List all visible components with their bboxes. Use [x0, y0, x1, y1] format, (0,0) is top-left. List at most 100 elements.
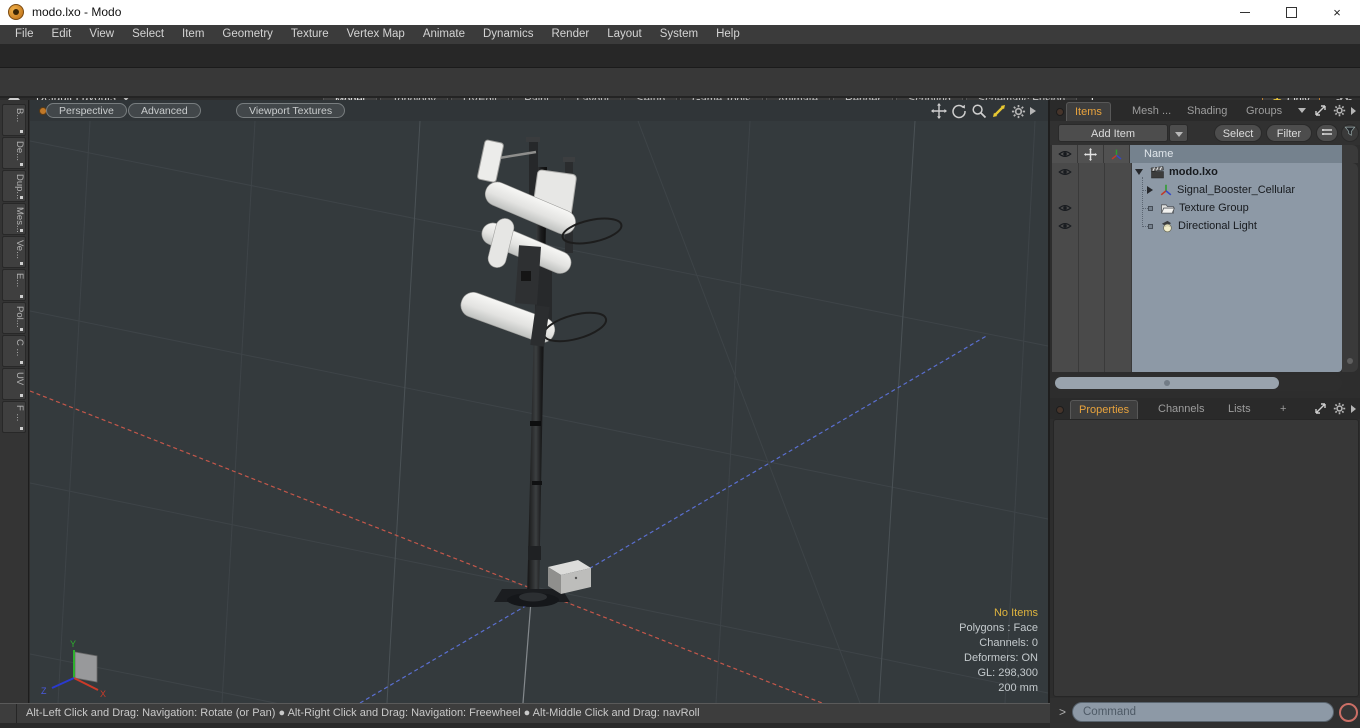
gizmo-y-label: Y	[70, 639, 76, 649]
pop-out-icon[interactable]	[1314, 104, 1327, 117]
panel-gear-icon[interactable]	[1333, 104, 1346, 117]
sidebar-tab-falloff[interactable]: F ...	[2, 401, 26, 433]
tab-mesh[interactable]: Mesh ...	[1124, 102, 1179, 121]
viewport-more-icon[interactable]	[1030, 107, 1036, 115]
tree-label: Texture Group	[1179, 202, 1249, 214]
menu-select[interactable]: Select	[123, 25, 173, 44]
list-style-button[interactable]	[1316, 124, 1338, 142]
tab-groups[interactable]: Groups	[1238, 102, 1290, 121]
menu-texture[interactable]: Texture	[282, 25, 338, 44]
sidebar-tab-uv[interactable]: UV	[2, 368, 26, 400]
expander-icon[interactable]	[1147, 186, 1153, 194]
tab-properties[interactable]: Properties	[1070, 400, 1139, 419]
name-column-header[interactable]: Name	[1130, 145, 1342, 163]
tab-lists[interactable]: Lists	[1220, 400, 1259, 419]
tree-row-mesh[interactable]: Signal_Booster_Cellular	[1147, 181, 1295, 199]
minimize-icon	[1240, 12, 1250, 13]
sidebar-tab-deform[interactable]: De...	[2, 137, 26, 169]
info-deformers: Deformers: ON	[964, 652, 1038, 664]
column-lock[interactable]	[1078, 145, 1104, 163]
viewport-mode-advanced[interactable]: Advanced	[128, 103, 201, 118]
viewport-mode-textures[interactable]: Viewport Textures	[236, 103, 346, 118]
menu-system[interactable]: System	[651, 25, 707, 44]
sidebar-tab-polygon[interactable]: Pol...	[2, 302, 26, 334]
menu-geometry[interactable]: Geometry	[213, 25, 282, 44]
gizmo-x-label: X	[100, 689, 106, 699]
sidebar-tab-vertex[interactable]: Ve...	[2, 236, 26, 268]
menu-dynamics[interactable]: Dynamics	[474, 25, 542, 44]
rotate-icon[interactable]	[951, 103, 967, 119]
tree-row-directional-light[interactable]: Directional Light	[1148, 217, 1257, 235]
tree-rows-area: modo.lxo Signal_Booster_Cellular Texture…	[1132, 163, 1342, 372]
scene-icon	[1150, 165, 1164, 178]
menu-animate[interactable]: Animate	[414, 25, 474, 44]
modo-window: modo.lxo - Modo × File Edit View Select …	[0, 0, 1360, 728]
panel-thumb-icon[interactable]	[1056, 406, 1064, 414]
menu-edit[interactable]: Edit	[43, 25, 81, 44]
add-item-dropdown[interactable]	[1169, 124, 1188, 142]
viewport-canvas[interactable]: Y X Z No Items Polygons : Face Channels:…	[30, 121, 1048, 703]
command-input[interactable]	[1072, 702, 1334, 722]
leaf-marker-icon	[1148, 205, 1153, 211]
close-button[interactable]: ×	[1314, 0, 1360, 25]
column-visibility[interactable]	[1052, 145, 1078, 163]
items-panel-tabs: Items Mesh ... Shading Groups	[1050, 100, 1360, 121]
tree-label: Signal_Booster_Cellular	[1177, 184, 1296, 196]
pop-out-icon[interactable]	[1314, 402, 1327, 415]
bottom-strip	[0, 723, 1050, 728]
sidebar-tab-mesh[interactable]: Mes...	[2, 203, 26, 235]
tab-shading[interactable]: Shading	[1179, 102, 1235, 121]
folder-icon	[1160, 203, 1175, 214]
minimize-button[interactable]	[1222, 0, 1268, 25]
items-toolbar: Add Item Select Filter	[1050, 121, 1360, 145]
viewport-mode-perspective[interactable]: Perspective	[46, 103, 127, 118]
panel-gear-icon[interactable]	[1333, 402, 1346, 415]
tabs-overflow-icon[interactable]	[1298, 108, 1306, 113]
tree-row-scene[interactable]: modo.lxo	[1135, 163, 1218, 181]
viewport-gear-icon[interactable]	[1011, 104, 1026, 119]
tree-label: modo.lxo	[1169, 166, 1218, 178]
visibility-eye-icon[interactable]	[1053, 217, 1077, 235]
axis-gizmo: Y X Z	[41, 639, 106, 699]
filter-funnel-button[interactable]	[1341, 124, 1359, 142]
maximize-button[interactable]	[1268, 0, 1314, 25]
leaf-marker-icon	[1148, 223, 1153, 229]
sidebar-tab-curves[interactable]: C ...	[2, 335, 26, 367]
visibility-eye-icon[interactable]	[1053, 163, 1077, 181]
tree-vertical-scrollbar[interactable]	[1342, 163, 1358, 372]
add-item-button[interactable]: Add Item	[1058, 124, 1168, 142]
menu-file[interactable]: File	[6, 25, 43, 44]
menu-item[interactable]: Item	[173, 25, 213, 44]
maximize-viewport-icon[interactable]	[991, 103, 1007, 119]
column-axis[interactable]	[1104, 145, 1130, 163]
visibility-eye-icon[interactable]	[1053, 199, 1077, 217]
sidebar-tab-basic[interactable]: B...	[2, 104, 26, 136]
add-panel-tab-button[interactable]: +	[1272, 400, 1294, 419]
expander-icon[interactable]	[1135, 169, 1143, 175]
panel-thumb-icon[interactable]	[1056, 108, 1064, 116]
scene-3d: Y X Z	[30, 121, 1048, 703]
tree-row-texture-group[interactable]: Texture Group	[1148, 199, 1249, 217]
zoom-icon[interactable]	[971, 103, 987, 119]
left-tool-sidebar: B... De... Dup... Mes... Ve... E... Pol.…	[0, 100, 29, 703]
menu-view[interactable]: View	[80, 25, 123, 44]
z-axis-line	[359, 334, 989, 703]
tab-items[interactable]: Items	[1066, 102, 1111, 121]
panel-more-icon[interactable]	[1351, 107, 1356, 115]
gizmo-z-label: Z	[41, 686, 47, 696]
select-button[interactable]: Select	[1214, 124, 1262, 142]
menu-render[interactable]: Render	[542, 25, 598, 44]
pan-icon[interactable]	[931, 103, 947, 119]
tree-horizontal-scrollbar[interactable]	[1052, 375, 1342, 391]
tab-channels[interactable]: Channels	[1150, 400, 1212, 419]
sidebar-tab-edge[interactable]: E...	[2, 269, 26, 301]
sidebar-tab-duplicate[interactable]: Dup...	[2, 170, 26, 202]
filter-button[interactable]: Filter	[1266, 124, 1312, 142]
record-macro-button[interactable]	[1339, 703, 1358, 722]
menu-layout[interactable]: Layout	[598, 25, 651, 44]
menu-help[interactable]: Help	[707, 25, 749, 44]
panel-more-icon[interactable]	[1351, 405, 1356, 413]
menu-vertex-map[interactable]: Vertex Map	[338, 25, 414, 44]
window-title: modo.lxo - Modo	[32, 5, 122, 19]
scroll-thumb[interactable]	[1055, 377, 1279, 389]
